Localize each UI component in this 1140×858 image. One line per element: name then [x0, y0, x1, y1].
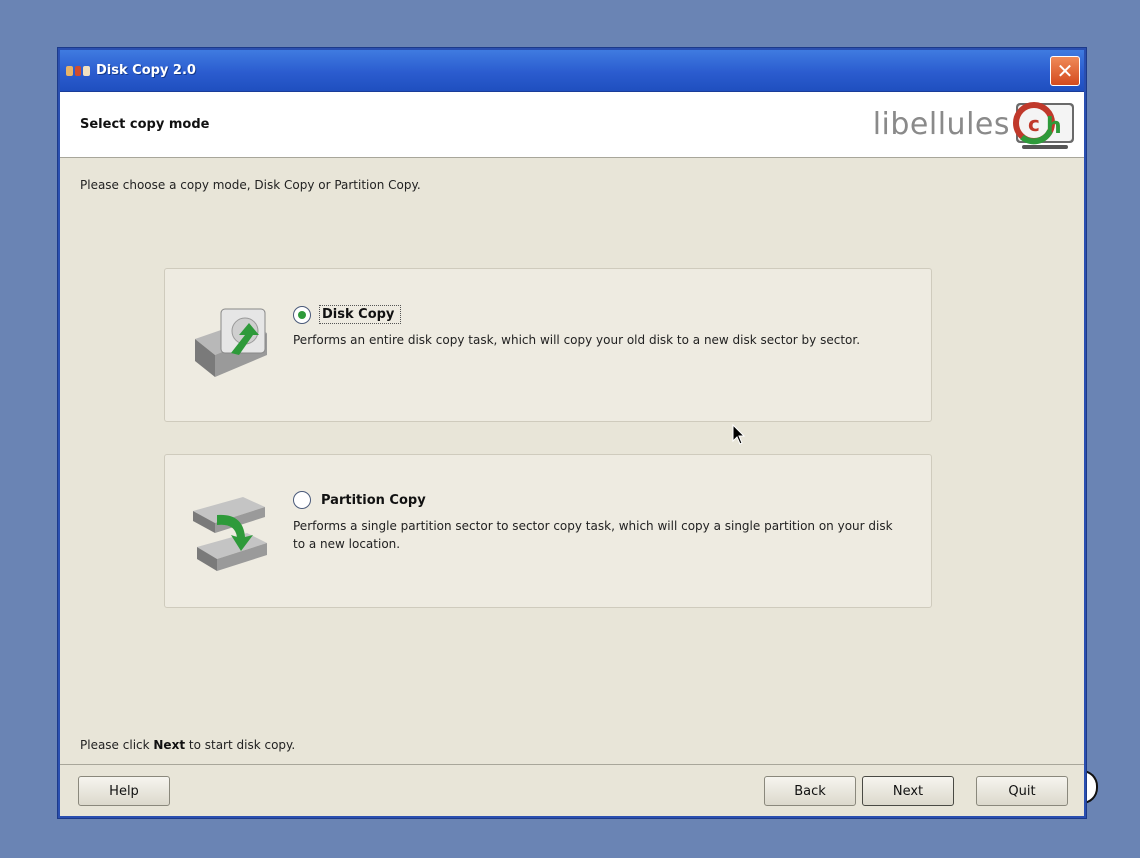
partition-copy-description: Performs a single partition sector to se…	[293, 519, 893, 551]
footer-note: Please click Next to start disk copy.	[80, 738, 295, 752]
partition-copy-label[interactable]: Partition Copy	[319, 492, 432, 509]
partition-copy-radio-row[interactable]: Partition Copy	[293, 491, 432, 509]
disk-copy-window: Disk Copy 2.0 ✕ Select copy mode libellu…	[58, 48, 1086, 818]
app-icon	[66, 64, 91, 78]
quit-button[interactable]: Quit	[976, 776, 1068, 806]
disk-copy-icon	[187, 299, 273, 389]
disk-copy-label[interactable]: Disk Copy	[319, 305, 402, 324]
footer-note-prefix: Please click	[80, 738, 154, 752]
disk-copy-radio-row[interactable]: Disk Copy	[293, 305, 402, 324]
window-titlebar[interactable]: Disk Copy 2.0 ✕	[60, 50, 1084, 92]
partition-copy-icon	[187, 485, 273, 575]
help-button[interactable]: Help	[78, 776, 170, 806]
footer-note-bold: Next	[153, 738, 186, 752]
mouse-cursor-icon	[732, 423, 746, 446]
next-button[interactable]: Next	[862, 776, 954, 806]
close-button[interactable]: ✕	[1050, 56, 1080, 86]
disk-copy-option-card[interactable]: Disk Copy Performs an entire disk copy t…	[164, 268, 932, 422]
logo-text: libellules	[872, 107, 1010, 142]
instruction-text: Please choose a copy mode, Disk Copy or …	[80, 178, 421, 192]
window-title: Disk Copy 2.0	[96, 63, 196, 78]
back-button[interactable]: Back	[764, 776, 856, 806]
partition-copy-radio[interactable]	[293, 491, 311, 509]
close-icon: ✕	[1056, 59, 1074, 83]
svg-text:h: h	[1046, 114, 1062, 139]
partition-copy-option-card[interactable]: Partition Copy Performs a single partiti…	[164, 454, 932, 608]
svg-text:c: c	[1028, 112, 1040, 136]
footer-note-suffix: to start disk copy.	[185, 738, 296, 752]
page-title: Select copy mode	[80, 117, 210, 132]
disk-copy-radio[interactable]	[293, 305, 311, 324]
wizard-header: Select copy mode libellules c h	[60, 92, 1084, 158]
libellules-logo: libellules c h	[873, 92, 1084, 158]
footer-divider	[60, 764, 1084, 765]
disk-copy-description: Performs an entire disk copy task, which…	[293, 333, 861, 347]
logo-ch-icon: c h	[1012, 97, 1078, 153]
